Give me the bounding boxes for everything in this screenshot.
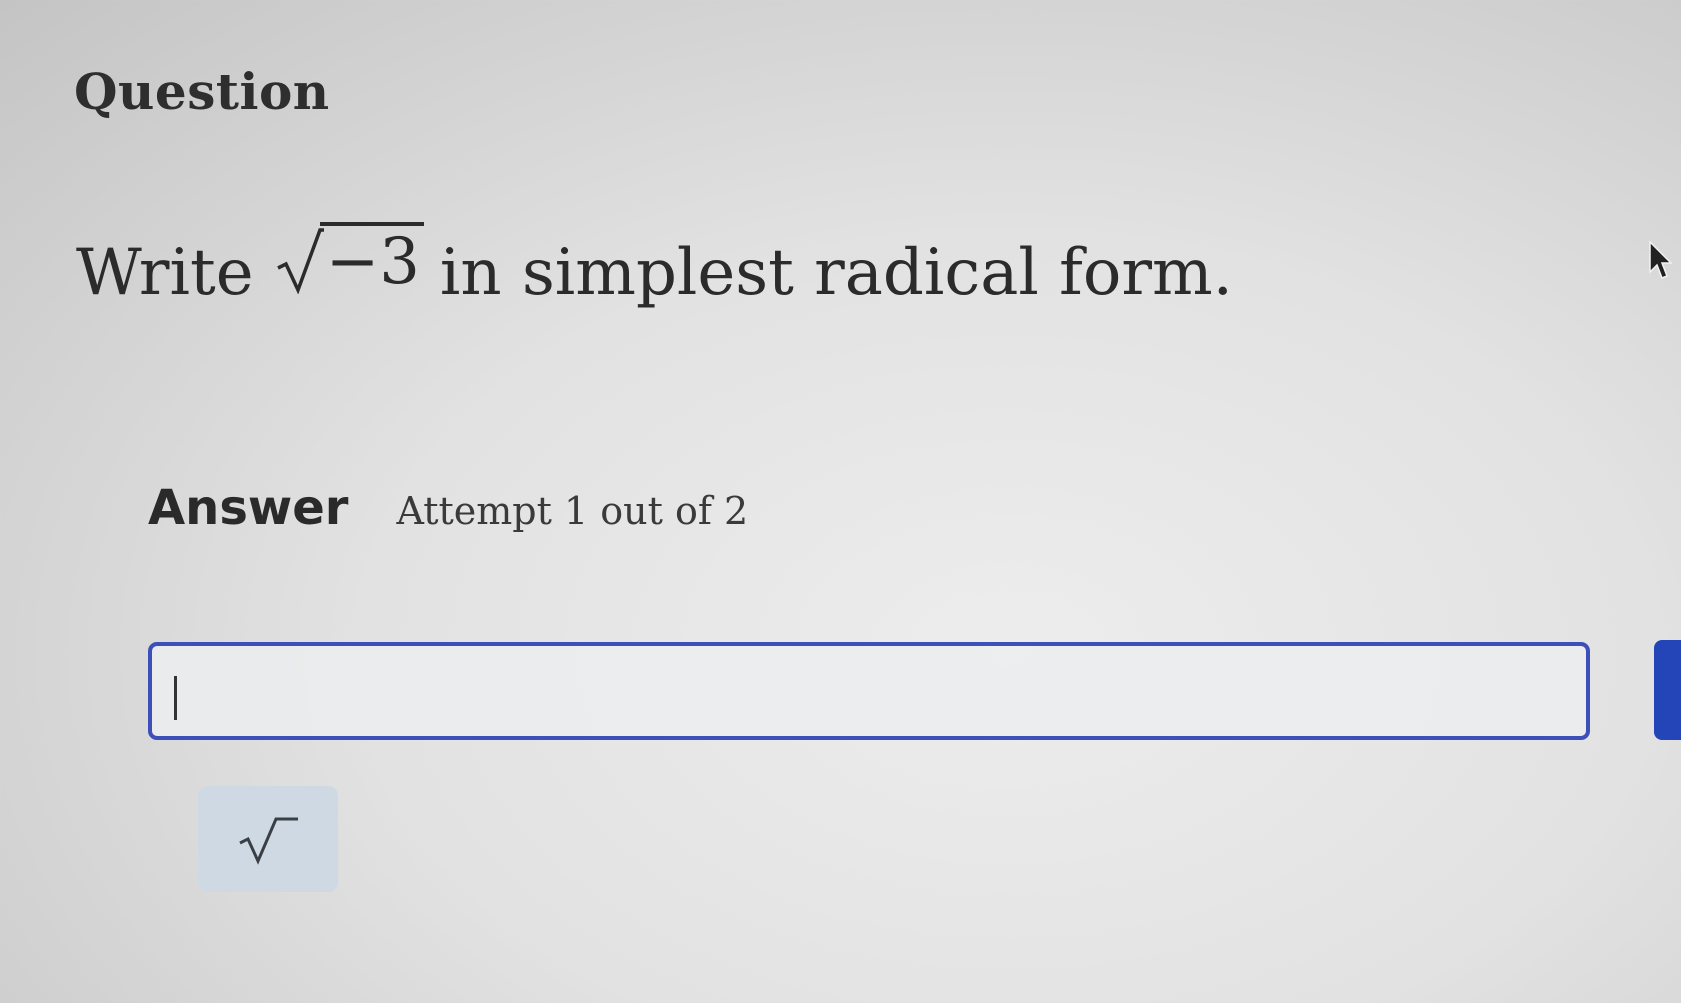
prompt-suffix: in simplest radical form. bbox=[439, 236, 1233, 310]
text-caret bbox=[174, 676, 177, 720]
question-page: Question Write −3 in simplest radical fo… bbox=[0, 0, 1681, 1003]
question-heading: Question bbox=[74, 62, 330, 121]
answer-input[interactable] bbox=[148, 642, 1590, 740]
attempt-counter: Attempt 1 out of 2 bbox=[396, 489, 749, 533]
radical-expression: −3 bbox=[276, 222, 424, 294]
radicand: −3 bbox=[319, 222, 424, 294]
prompt-prefix: Write bbox=[76, 236, 254, 310]
answer-label: Answer bbox=[148, 480, 349, 536]
square-root-icon bbox=[239, 817, 298, 865]
submit-button[interactable] bbox=[1654, 640, 1681, 740]
question-prompt: Write −3 in simplest radical form. bbox=[76, 222, 1233, 310]
radical-sign-icon bbox=[276, 228, 324, 294]
mouse-pointer-icon bbox=[1649, 240, 1672, 279]
square-root-button[interactable] bbox=[198, 786, 338, 892]
answer-header: Answer Attempt 1 out of 2 bbox=[148, 480, 748, 536]
